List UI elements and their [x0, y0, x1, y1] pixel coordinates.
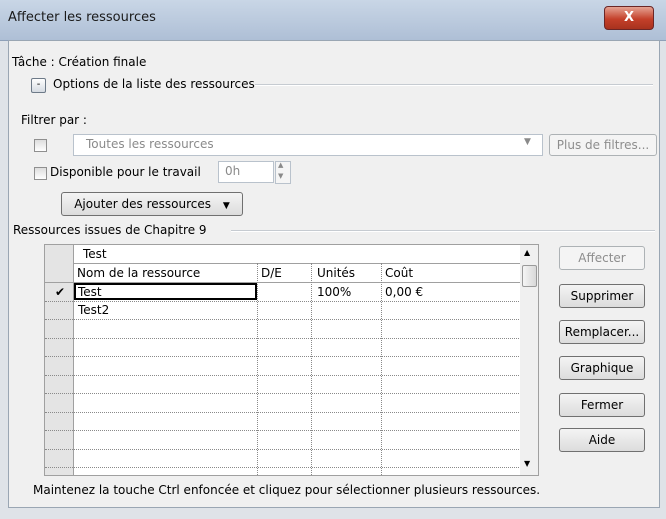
scroll-thumb[interactable]	[522, 265, 537, 287]
column-divider	[381, 263, 382, 475]
remove-button[interactable]: Supprimer	[559, 284, 645, 308]
row-header-column	[45, 245, 74, 475]
row-divider	[45, 301, 521, 302]
task-label: Tâche : Création finale	[12, 55, 147, 69]
scroll-down-icon[interactable]: ▼	[524, 459, 530, 468]
options-label[interactable]: Options de la liste des ressources	[53, 77, 255, 91]
window-title: Affecter les ressources	[8, 10, 156, 25]
group-label: Ressources issues de Chapitre 9	[13, 223, 207, 237]
available-label: Disponible pour le travail	[50, 165, 201, 179]
edit-bar-divider	[73, 263, 521, 264]
row-check-icon: ✔	[55, 285, 66, 299]
column-divider	[311, 263, 312, 475]
more-filters-button[interactable]: Plus de filtres...	[549, 134, 657, 156]
row-divider	[45, 449, 521, 450]
resource-grid[interactable]: Test Nom de la ressource D/E Unités Coût…	[44, 244, 522, 476]
grid-edit-value[interactable]: Test	[83, 247, 107, 261]
close-window-button[interactable]: X	[604, 6, 654, 30]
row-divider	[45, 338, 521, 339]
row-cost[interactable]: 0,00 €	[385, 285, 423, 299]
scroll-up-icon[interactable]: ▲	[524, 248, 530, 257]
chevron-down-icon: ▼	[524, 137, 531, 147]
row-name[interactable]: Test2	[78, 303, 109, 317]
column-header-de[interactable]: D/E	[261, 266, 282, 280]
assign-button[interactable]: Affecter	[559, 246, 645, 270]
add-resources-button[interactable]: Ajouter des ressources ▼	[61, 192, 243, 216]
filter-checkbox[interactable]	[34, 139, 47, 152]
column-header-name[interactable]: Nom de la ressource	[77, 266, 200, 280]
hint-text: Maintenez la touche Ctrl enfoncée et cli…	[33, 483, 541, 497]
add-resources-label: Ajouter des ressources	[74, 197, 212, 211]
filter-combo[interactable]: Toutes les ressources ▼	[73, 134, 543, 156]
column-header-units[interactable]: Unités	[317, 266, 355, 280]
row-divider	[45, 319, 521, 320]
replace-button[interactable]: Remplacer...	[559, 320, 645, 344]
grid-scrollbar[interactable]: ▲ ▼	[520, 244, 539, 476]
row-units[interactable]: 100%	[317, 285, 351, 299]
title-bar: Affecter les ressources X	[0, 0, 666, 41]
close-button[interactable]: Fermer	[559, 393, 645, 417]
available-checkbox[interactable]	[34, 167, 47, 180]
filter-label: Filtrer par :	[21, 113, 87, 127]
filter-combo-value: Toutes les ressources	[86, 137, 214, 151]
row-divider	[45, 375, 521, 376]
dropdown-arrow-icon: ▼	[222, 201, 230, 211]
graph-button[interactable]: Graphique	[559, 356, 645, 380]
column-divider	[257, 263, 258, 475]
available-spinner[interactable]: ▲ ▼	[275, 161, 291, 184]
help-button[interactable]: Aide	[559, 428, 645, 452]
row-divider	[45, 356, 521, 357]
available-input[interactable]: 0h	[218, 161, 274, 183]
row-name[interactable]: Test	[78, 285, 102, 299]
row-divider	[45, 430, 521, 431]
row-divider	[45, 412, 521, 413]
spin-up-icon[interactable]: ▲	[278, 161, 283, 169]
collapse-options-button[interactable]: -	[31, 78, 46, 93]
row-divider	[45, 467, 521, 468]
group-separator	[231, 230, 655, 232]
spin-down-icon[interactable]: ▼	[278, 172, 283, 180]
column-header-cost[interactable]: Coût	[385, 266, 413, 280]
options-separator	[255, 84, 653, 86]
row-divider	[45, 393, 521, 394]
available-value: 0h	[225, 164, 241, 178]
